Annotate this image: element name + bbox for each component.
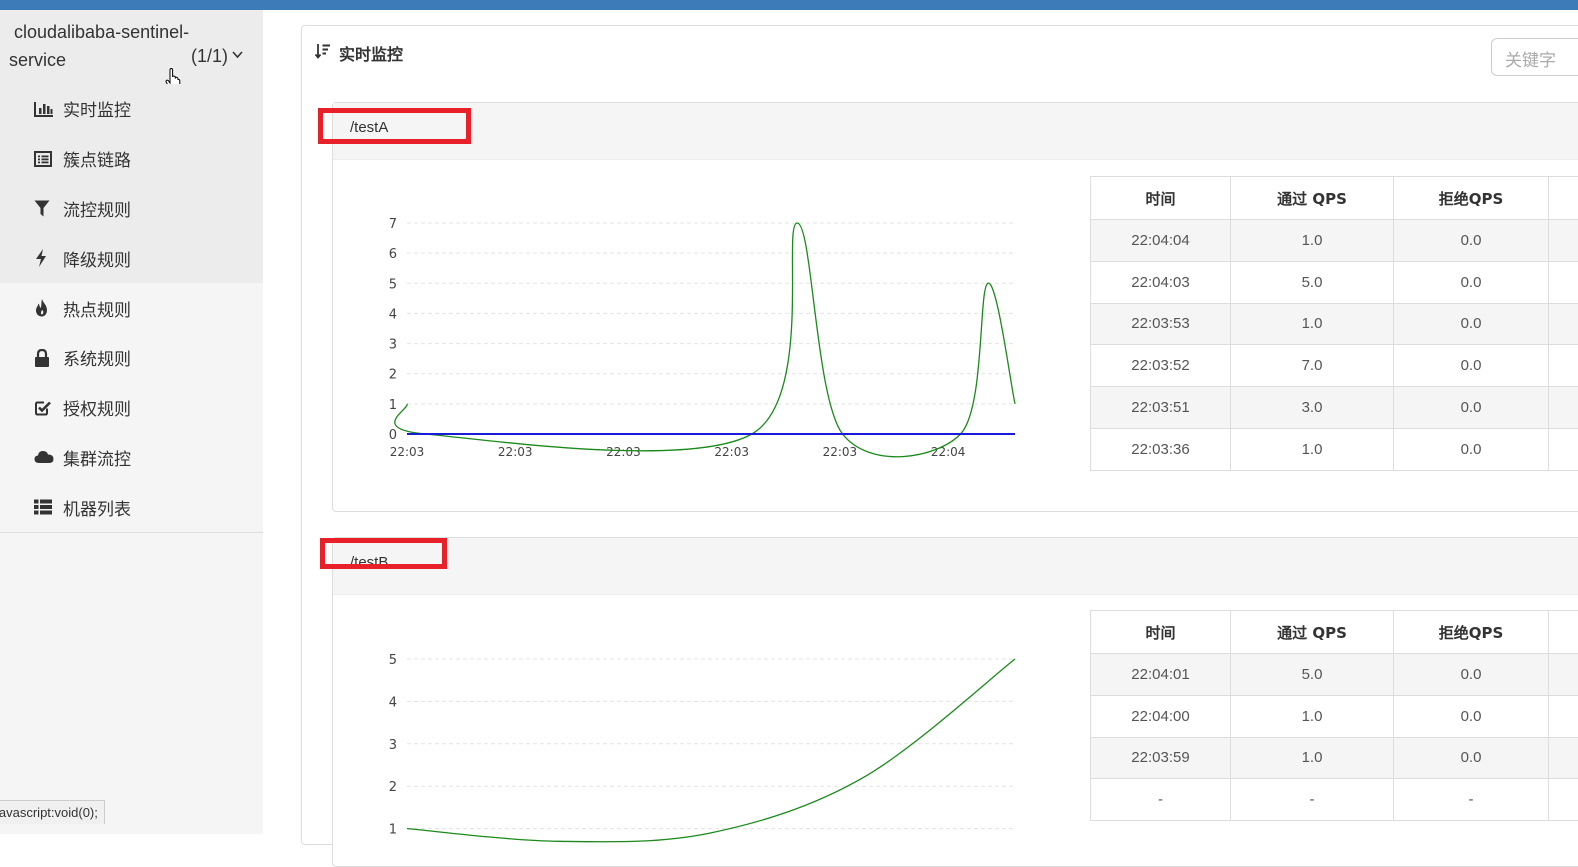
sidebar-item-label: 机器列表 bbox=[63, 495, 131, 520]
y-tick-label: 1 bbox=[389, 823, 397, 838]
list-alt-icon bbox=[34, 150, 56, 168]
series-line bbox=[407, 659, 1015, 842]
sort-amount-desc-icon bbox=[315, 43, 331, 63]
sidebar-item-label: 流控规则 bbox=[63, 196, 131, 221]
lock-icon bbox=[34, 349, 56, 367]
search-input[interactable]: 关键字 bbox=[1491, 38, 1578, 76]
app-selector[interactable]: cloudalibaba-sentinel- service (1/1) bbox=[0, 10, 263, 84]
realtime-monitor-panel: 实时监控 关键字 /testA 0 1 2 3 4 5 6 7 22:03 22:03 22:03 2… bbox=[301, 25, 1578, 845]
sidebar-item-flow-rules[interactable]: 流控规则 bbox=[0, 184, 263, 234]
qps-line-chart-testB: 012345 bbox=[363, 605, 1063, 845]
bar-chart-icon bbox=[34, 100, 56, 118]
qps-line-chart-testA: 0123456722:0322:0322:0322:0322:0322:04通过… bbox=[363, 170, 1063, 490]
sidebar-item-label: 簇点链路 bbox=[63, 146, 131, 171]
y-tick-label: 0 bbox=[389, 428, 397, 443]
th-list-icon bbox=[34, 498, 56, 516]
highlight-box-testA bbox=[318, 108, 471, 144]
qps-table-testB: 时间 通过 QPS 拒绝QPS 22:04:015.00.0 22:04:001… bbox=[1090, 610, 1578, 821]
sidebar-item-cluster-flow[interactable]: 集群流控 bbox=[0, 433, 263, 483]
y-tick-label: 2 bbox=[389, 368, 397, 383]
sidebar-divider bbox=[0, 532, 263, 533]
table-header-row: 时间 通过 QPS 拒绝QPS bbox=[1091, 611, 1578, 654]
column-header-block-qps: 拒绝QPS bbox=[1394, 611, 1549, 654]
column-header-pass-qps: 通过 QPS bbox=[1231, 177, 1394, 220]
filter-icon bbox=[34, 199, 56, 217]
x-tick-label: 22:03 bbox=[498, 445, 533, 459]
sidebar-item-label: 授权规则 bbox=[63, 395, 131, 420]
resource-card-testA: /testA 0 1 2 3 4 5 6 7 22:03 22:03 22:03 22:03 22:03… bbox=[332, 102, 1578, 512]
series-line bbox=[395, 223, 1015, 457]
table-row: 22:04:001.00.0 bbox=[1091, 695, 1578, 737]
x-tick-label: 22:04 bbox=[931, 445, 966, 459]
sidebar-item-realtime-monitor[interactable]: 实时监控 bbox=[0, 84, 263, 134]
chevron-down-icon bbox=[232, 48, 243, 62]
sidebar-item-degrade-rules[interactable]: 降级规则 bbox=[0, 233, 263, 283]
x-tick-label: 22:03 bbox=[390, 445, 425, 459]
cloud-icon bbox=[34, 448, 56, 466]
sidebar-item-hotspot-rules[interactable]: 热点规则 bbox=[0, 283, 263, 333]
column-header-pass-qps: 通过 QPS bbox=[1231, 611, 1394, 654]
column-header-block-qps: 拒绝QPS bbox=[1394, 177, 1549, 220]
column-header-time: 时间 bbox=[1091, 177, 1231, 220]
qps-table-testA: 时间 通过 QPS 拒绝QPS 22:04:041.00.0 22:04:035… bbox=[1090, 176, 1578, 471]
y-tick-label: 1 bbox=[389, 398, 397, 413]
column-header-extra bbox=[1549, 177, 1578, 220]
x-tick-label: 22:03 bbox=[606, 445, 641, 459]
fire-icon bbox=[34, 299, 56, 317]
panel-title: 实时监控 bbox=[315, 41, 403, 65]
y-tick-label: 4 bbox=[389, 695, 397, 710]
x-tick-label: 22:03 bbox=[714, 445, 749, 459]
y-tick-label: 7 bbox=[389, 217, 397, 232]
status-bar-link-preview: javascript:void(0); bbox=[0, 800, 105, 824]
table-row: 22:03:591.00.0 bbox=[1091, 737, 1578, 779]
sidebar: cloudalibaba-sentinel- service (1/1) 实时监… bbox=[0, 10, 263, 834]
y-tick-label: 6 bbox=[389, 247, 397, 262]
sidebar-item-label: 系统规则 bbox=[63, 345, 131, 370]
y-tick-label: 2 bbox=[389, 780, 397, 795]
sidebar-item-cluster-link[interactable]: 簇点链路 bbox=[0, 134, 263, 184]
table-row: 22:03:513.00.0 bbox=[1091, 387, 1578, 429]
y-tick-label: 4 bbox=[389, 307, 397, 322]
highlight-box-testB bbox=[320, 538, 447, 569]
sidebar-item-machine-list[interactable]: 机器列表 bbox=[0, 482, 263, 532]
top-accent-bar bbox=[0, 0, 1578, 10]
resource-card-header: /testB bbox=[333, 538, 1578, 595]
column-header-time: 时间 bbox=[1091, 611, 1231, 654]
sidebar-item-label: 热点规则 bbox=[63, 296, 131, 321]
machine-count: (1/1) bbox=[191, 46, 228, 67]
resource-card-header: /testA bbox=[333, 103, 1578, 160]
table-row: 22:03:531.00.0 bbox=[1091, 303, 1578, 345]
table-row: 22:04:015.00.0 bbox=[1091, 654, 1578, 696]
column-header-extra bbox=[1549, 611, 1578, 654]
table-row: --- bbox=[1091, 779, 1578, 821]
table-row: 22:03:361.00.0 bbox=[1091, 428, 1578, 470]
resource-card-testB: /testB 012345 时间 通过 QPS 拒绝QPS 22:04:015.… bbox=[332, 537, 1578, 867]
sidebar-item-label: 降级规则 bbox=[63, 246, 131, 271]
x-tick-label: 22:03 bbox=[823, 445, 858, 459]
table-row: 22:04:035.00.0 bbox=[1091, 261, 1578, 303]
sidebar-item-label: 集群流控 bbox=[63, 445, 131, 470]
y-tick-label: 5 bbox=[389, 277, 397, 292]
y-tick-label: 5 bbox=[389, 653, 397, 668]
y-tick-label: 3 bbox=[389, 338, 397, 353]
sidebar-item-auth-rules[interactable]: 授权规则 bbox=[0, 383, 263, 433]
flash-icon bbox=[34, 249, 56, 267]
table-row: 22:04:041.00.0 bbox=[1091, 220, 1578, 262]
table-header-row: 时间 通过 QPS 拒绝QPS bbox=[1091, 177, 1578, 220]
sidebar-menu: 实时监控 簇点链路 流控规则 降级规则 热点规则 bbox=[0, 84, 263, 532]
check-square-icon bbox=[34, 399, 56, 417]
y-tick-label: 3 bbox=[389, 738, 397, 753]
sidebar-item-system-rules[interactable]: 系统规则 bbox=[0, 333, 263, 383]
table-row: 22:03:527.00.0 bbox=[1091, 345, 1578, 387]
sidebar-item-label: 实时监控 bbox=[63, 96, 131, 121]
